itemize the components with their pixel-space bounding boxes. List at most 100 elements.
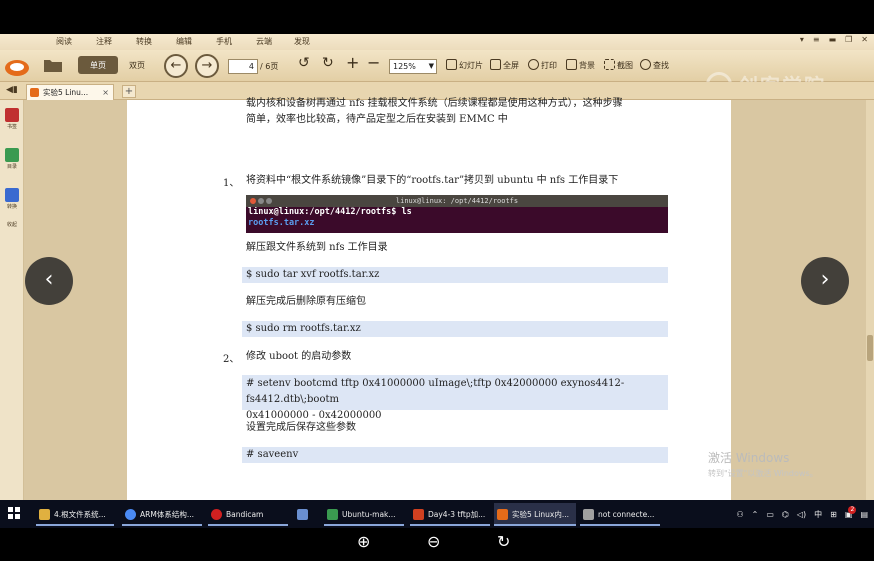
menu-discover[interactable]: 发现 [294,36,310,47]
zoom-select[interactable]: 125% ▼ [389,59,437,74]
screen: 阅读 注释 转换 编辑 手机 云端 发现 ▾ ≡ ▬ ❐ ✕ 单页 双页 ← →… [0,0,874,561]
taskbar-item-app[interactable] [294,503,320,526]
pdf-icon [30,88,39,97]
action-center-icon[interactable]: ▤ [860,510,868,519]
vertical-scrollbar[interactable] [866,100,874,500]
sidebar-label: 目录 [6,164,17,170]
activation-title: 激活 Windows [708,451,790,465]
single-page-label: 单页 [90,60,106,70]
windows-start-icon[interactable] [8,507,20,519]
sidebar-label: 书签 [6,124,17,130]
toc-icon [5,148,19,162]
skin-icon[interactable]: ▾ [800,35,804,44]
menu-edit[interactable]: 编辑 [176,36,192,47]
document-area: 载内核和设备树再通过 nfs 挂载根文件系统（后续课程都是使用这种方式），这种步… [24,98,866,500]
activation-subtitle: 转到"设置"以激活 Windows。 [708,469,818,478]
people-icon[interactable]: ⚇ [736,510,743,519]
chrome-icon [125,509,136,520]
search-button[interactable]: 查找 [653,60,669,71]
minimize-icon[interactable]: ▬ [829,35,837,44]
prev-page-icon[interactable]: ← [164,54,188,78]
menu-convert[interactable]: 转换 [136,36,152,47]
taskbar-label: Bandicam [226,510,264,519]
taskbar-item-terminal[interactable]: not connecte... [580,503,660,526]
chevron-up-icon[interactable]: ⌃ [752,510,759,519]
restore-icon[interactable]: ❐ [845,35,852,44]
terminal-output: rootfs.tar.xz [248,218,315,228]
notification-app-icon[interactable]: ▣ 2 [845,505,857,519]
taskbar-item-bandicam[interactable]: Bandicam [208,503,288,526]
app-logo-icon[interactable] [2,52,32,80]
sidebar-toggle-icon[interactable]: ◀▮ [6,85,18,95]
code-block: # saveenv [242,447,668,463]
zoom-out-icon[interactable]: − [367,53,380,72]
menu-phone[interactable]: 手机 [216,36,232,47]
zoom-in-icon[interactable]: + [346,53,359,72]
taskbar-item-linux-doc[interactable]: 实验5 Linux内... [494,503,576,526]
active-indicator [494,524,576,526]
menu-cloud[interactable]: 云端 [256,36,272,47]
windows-activation-notice: 激活 Windows 转到"设置"以激活 Windows。 [708,449,818,479]
menu-annotate[interactable]: 注释 [96,36,112,47]
active-indicator [410,524,490,526]
network-icon[interactable]: ⌬ [782,510,789,519]
background-button[interactable]: 背景 [579,60,595,71]
document-tab[interactable]: 实验5 Linu... × [26,84,114,100]
print-button[interactable]: 打印 [541,60,557,71]
sidebar-label: 转换 [6,204,17,210]
scroll-thumb[interactable] [867,335,873,361]
taskbar-item-chrome[interactable]: ARM体系结构... [122,503,202,526]
menu-read[interactable]: 阅读 [56,36,72,47]
input-language[interactable]: 中 [814,509,822,520]
windows-taskbar: 4.根文件系统... ARM体系结构... Bandicam Ubuntu-ma… [0,500,874,528]
close-icon [250,198,256,204]
step-text: 修改 uboot 的启动参数 [246,351,352,362]
menu-icon[interactable]: ≡ [813,35,820,44]
background-icon [566,59,577,70]
close-icon[interactable]: ✕ [861,35,868,44]
screenshot-button[interactable]: 截图 [617,60,633,71]
next-image-button[interactable]: › [801,257,849,305]
bookmark-icon [5,108,19,122]
taskbar-label: 4.根文件系统... [54,510,106,519]
new-tab-button[interactable]: + [122,85,136,98]
slideshow-button[interactable]: 幻灯片 [459,60,483,71]
page-total: / 6页 [260,62,279,71]
taskbar-item-ubuntu[interactable]: Ubuntu-mak... [324,503,404,526]
pdf-viewer-window: 阅读 注释 转换 编辑 手机 云端 发现 ▾ ≡ ▬ ❐ ✕ 单页 双页 ← →… [0,34,874,500]
zoom-in-icon[interactable]: ⊕ [357,532,370,551]
terminal-titlebar: linux@linux: /opt/4412/rootfs [246,195,668,207]
previous-image-button[interactable]: ‹ [25,257,73,305]
rotate-left-icon[interactable]: ↺ [298,55,310,71]
sidebar-item-convert[interactable]: 转换 [2,188,22,210]
rotate-right-icon[interactable]: ↻ [322,55,334,71]
battery-icon[interactable]: ▭ [766,510,774,519]
terminal-icon [583,509,594,520]
rotate-icon[interactable]: ↻ [497,532,510,551]
next-page-icon[interactable]: → [195,54,219,78]
sidebar-item-toc[interactable]: 目录 [2,148,22,170]
step-text: 将资料中“根文件系统镜像”目录下的“rootfs.tar”拷贝到 ubuntu … [246,175,619,186]
taskbar-item-tftp-doc[interactable]: Day4-3 tftp加... [410,503,490,526]
sidebar-item-bookmarks[interactable]: 书签 [2,108,22,130]
step-number: 2、 [223,354,240,365]
open-folder-icon[interactable] [42,56,64,74]
close-icon[interactable]: × [102,85,109,100]
active-indicator [324,524,404,526]
fullscreen-button[interactable]: 全屏 [503,60,519,71]
taskbar-label: not connecte... [598,510,655,519]
taskbar-item-rootfs-doc[interactable]: 4.根文件系统... [36,503,114,526]
ime-icon[interactable]: ⊞ [830,510,837,519]
taskbar-label: 实验5 Linux内... [512,510,570,519]
sidebar-item-collapse[interactable]: 收起 [2,220,22,228]
paragraph-line: 设置完成后保存这些参数 [246,422,356,433]
zoom-out-icon[interactable]: ⊖ [427,532,440,551]
zoom-value: 125% [393,62,416,71]
page-number-input[interactable]: 4 [228,59,258,74]
terminal-screenshot: linux@linux: /opt/4412/rootfs linux@linu… [246,195,668,233]
single-page-button[interactable]: 单页 [78,56,118,74]
volume-icon[interactable]: ◁) [797,510,806,519]
sidebar-label: 收起 [6,222,17,228]
double-page-button[interactable]: 双页 [120,56,154,74]
window-controls: ▾ ≡ ▬ ❐ ✕ [800,35,868,44]
